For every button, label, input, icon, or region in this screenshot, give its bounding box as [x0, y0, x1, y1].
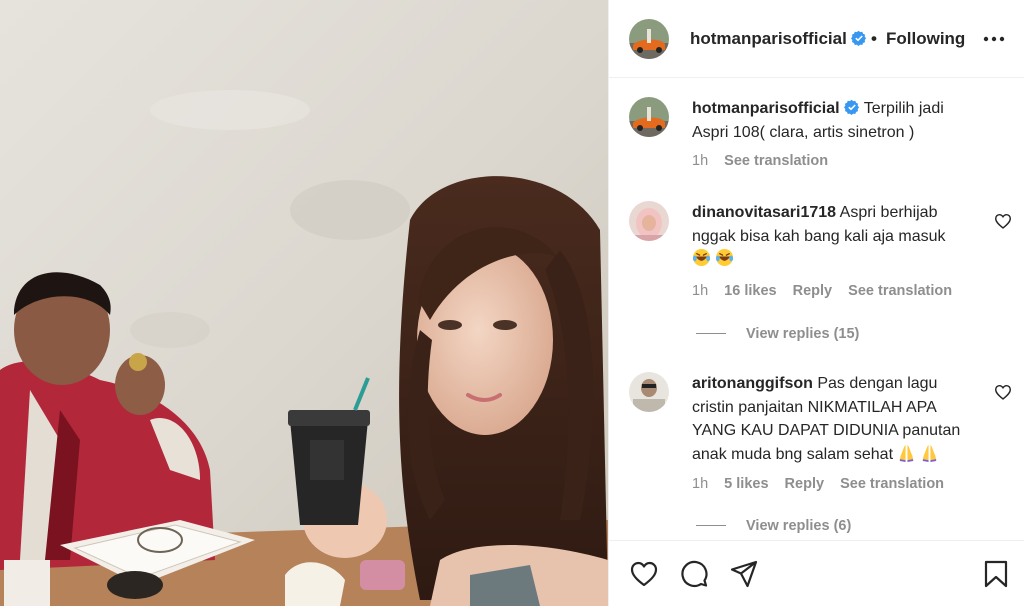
view-replies-label: View replies (6) [746, 518, 852, 534]
replies-divider-line [696, 333, 726, 334]
post-image [0, 0, 608, 606]
laughing-emoji [692, 248, 711, 267]
author-username[interactable]: hotmanparisofficial [690, 29, 867, 49]
comment-likes[interactable]: 16 likes [724, 283, 776, 299]
comment-icon[interactable] [679, 559, 709, 589]
praying-hands-emoji [923, 444, 937, 462]
bookmark-icon[interactable] [981, 559, 1011, 589]
caption-meta: 1h See translation [692, 153, 840, 169]
see-translation-link[interactable]: See translation [724, 153, 828, 169]
comments-list[interactable]: hotmanparisofficial Terpilih jadi Aspri … [609, 79, 1024, 539]
comment-meta: 1h 16 likes Reply See translation [692, 283, 964, 299]
replies-divider-line [696, 525, 726, 526]
author-avatar[interactable] [629, 19, 669, 59]
like-comment-heart-icon[interactable] [994, 213, 1012, 229]
like-comment-heart-icon[interactable] [994, 384, 1012, 400]
commenter-avatar[interactable] [629, 372, 669, 412]
separator-dot: • [871, 29, 877, 48]
reply-button[interactable]: Reply [793, 283, 833, 299]
praying-hands-emoji [900, 444, 914, 462]
following-button[interactable]: Following [886, 29, 965, 49]
laughing-emoji [715, 248, 734, 267]
caption-username[interactable]: hotmanparisofficial [692, 100, 840, 117]
caption-time: 1h [692, 153, 709, 169]
share-icon[interactable] [729, 559, 759, 589]
commenter-username[interactable]: dinanovitasari1718 [692, 204, 836, 221]
verified-badge-icon [843, 99, 859, 115]
view-replies-button[interactable]: View replies (15) [696, 326, 859, 342]
comment-text: dinanovitasari1718 Aspri berhijab nggak … [692, 201, 982, 272]
comment-likes[interactable]: 5 likes [724, 476, 768, 492]
heart-icon[interactable] [629, 559, 659, 589]
view-replies-button[interactable]: View replies (6) [696, 518, 851, 534]
post-side-panel: hotmanparisofficial • Following hotmanpa… [608, 0, 1024, 606]
author-avatar[interactable] [629, 97, 669, 137]
comment-text: aritonanggifson Pas dengan lagu cristin … [692, 372, 982, 466]
see-translation-link[interactable]: See translation [840, 476, 944, 492]
post-header: hotmanparisofficial • Following [609, 0, 1024, 78]
view-replies-label: View replies (15) [746, 326, 860, 342]
commenter-username[interactable]: aritonanggifson [692, 375, 813, 392]
comment-time: 1h [692, 476, 709, 492]
see-translation-link[interactable]: See translation [848, 283, 952, 299]
verified-badge-icon [850, 30, 866, 46]
comment-time: 1h [692, 283, 709, 299]
comment-meta: 1h 5 likes Reply See translation [692, 476, 956, 492]
more-options-icon[interactable] [980, 30, 1008, 48]
post-photo[interactable] [0, 0, 608, 606]
caption-text: hotmanparisofficial Terpilih jadi Aspri … [692, 97, 982, 144]
post-action-bar [609, 540, 1024, 606]
reply-button[interactable]: Reply [785, 476, 825, 492]
commenter-avatar[interactable] [629, 201, 669, 241]
